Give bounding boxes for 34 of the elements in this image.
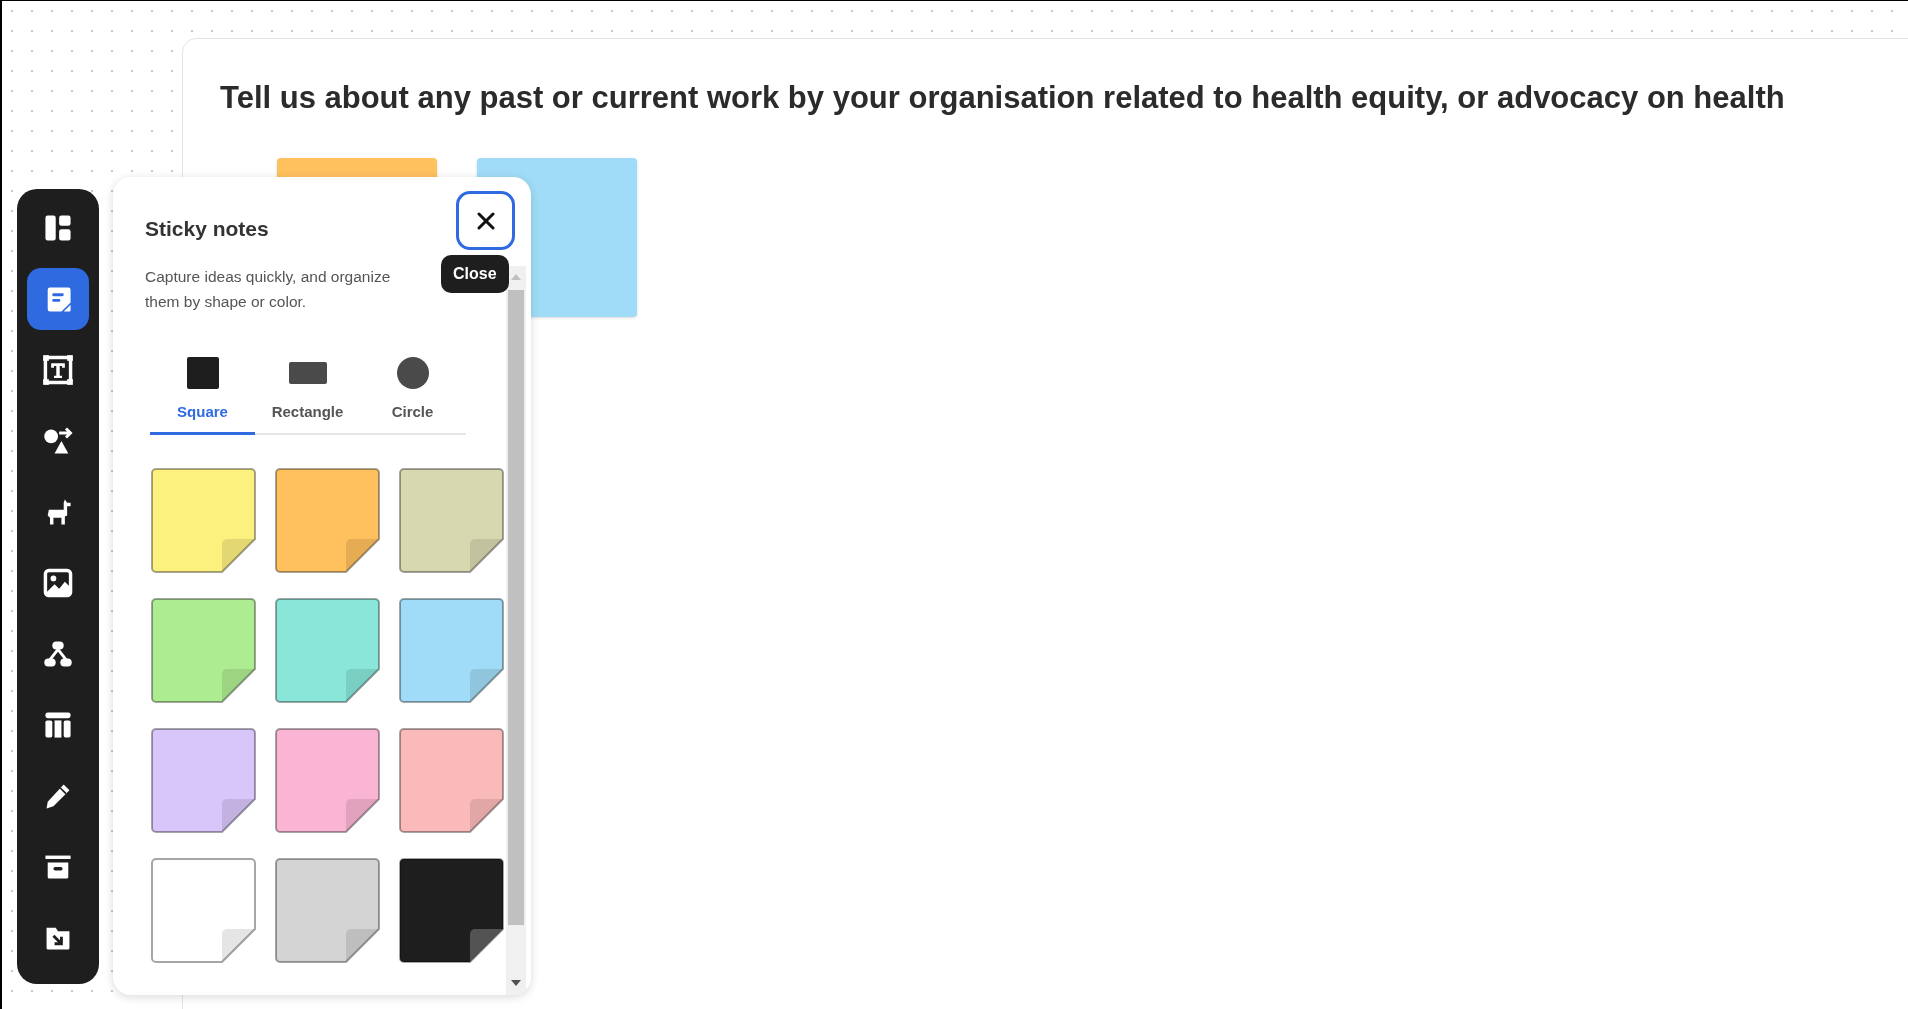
sticky-note-swatch[interactable] — [275, 468, 380, 573]
sticky-note-swatch[interactable] — [151, 468, 256, 573]
shape-tab[interactable]: Circle — [360, 353, 465, 435]
circle-icon — [396, 356, 429, 389]
close-button[interactable] — [456, 191, 515, 250]
sticky-note-swatch[interactable] — [275, 728, 380, 833]
sticky-note-swatch[interactable] — [151, 728, 256, 833]
close-icon — [476, 211, 495, 230]
rectangle-icon — [288, 361, 327, 384]
table-icon — [42, 709, 74, 741]
sticky-note-swatch[interactable] — [275, 598, 380, 703]
scroll-up-icon — [511, 274, 521, 280]
scrollbar-thumb[interactable] — [508, 290, 524, 925]
shape-tab[interactable]: Rectangle — [255, 353, 360, 435]
toolbar-button[interactable] — [27, 268, 89, 330]
sticky-note-swatch[interactable] — [275, 858, 380, 963]
panel-title: Sticky notes — [145, 216, 269, 242]
sticky-note-swatch[interactable] — [399, 728, 504, 833]
square-icon — [186, 356, 219, 389]
sticky-note-swatch[interactable] — [399, 858, 504, 963]
scroll-down-icon — [511, 980, 521, 986]
sticky-note-swatch[interactable] — [399, 468, 504, 573]
frame-heading: Tell us about any past or current work by your organisation related to health equity, or advocacy on health — [220, 79, 1785, 117]
close-tooltip: Close — [441, 255, 509, 293]
image-icon — [42, 567, 74, 599]
diagram-icon — [42, 638, 74, 670]
shapes-icon — [42, 425, 74, 457]
layout-icon — [42, 212, 74, 244]
sticky-note-swatch[interactable] — [151, 598, 256, 703]
sticky-note-swatch[interactable] — [399, 598, 504, 703]
sticky-note-swatch[interactable] — [151, 858, 256, 963]
shape-tab[interactable]: Square — [150, 353, 255, 435]
panel-description: Capture ideas quickly, and organize them by shape or color. — [145, 267, 392, 312]
text-icon — [42, 354, 74, 386]
